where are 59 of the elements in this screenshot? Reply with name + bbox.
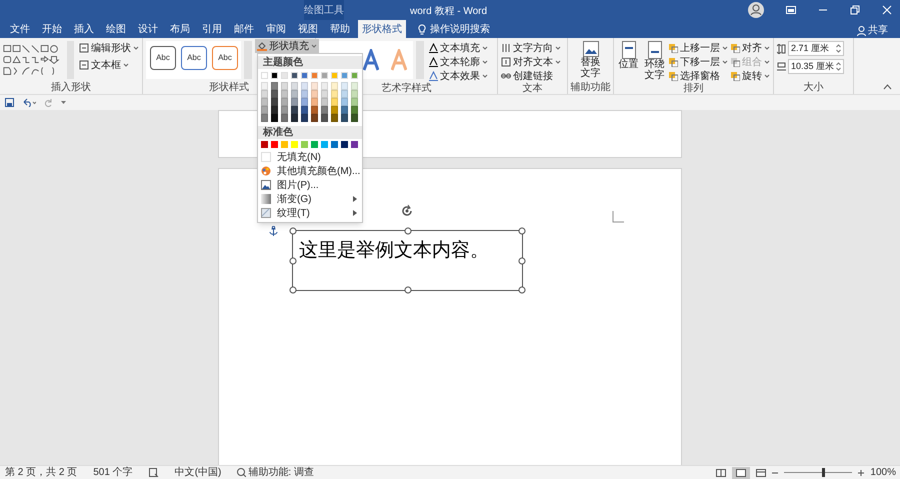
text-box[interactable]: 这里是举例文本内容。 (292, 230, 523, 291)
group-label: 辅助功能 (570, 82, 610, 94)
group-label: 插入形状 (51, 82, 91, 94)
menu-item[interactable]: 无填充(N) (258, 150, 362, 164)
ribbon-command[interactable]: 对齐 (731, 41, 770, 55)
ribbon-tab[interactable]: 设计 (133, 20, 163, 38)
style-preset[interactable]: Abc (181, 46, 207, 70)
position-button[interactable]: 位置 (617, 41, 640, 70)
ribbon-command[interactable]: 编辑形状 (79, 41, 139, 55)
style-preset[interactable]: Abc (212, 46, 238, 70)
ribbon-command[interactable]: 创建链接 (501, 69, 561, 83)
ribbon-command[interactable]: 对齐文本 (501, 55, 561, 69)
context-tab-label: 绘图工具 (304, 0, 344, 20)
menu-heading: 主题颜色 (258, 56, 362, 69)
ribbon-command[interactable]: 旋转 (731, 69, 770, 83)
ribbon-command[interactable]: 文本效果 (429, 69, 488, 83)
group-label: 艺术字样式 (382, 83, 432, 95)
ribbon-command[interactable]: 上移一层 (669, 41, 728, 55)
group-label: 形状样式 (209, 82, 249, 94)
ribbon-command[interactable]: 文本填充 (429, 41, 488, 55)
ribbon-tab[interactable]: 视图 (293, 20, 323, 38)
ribbon-command[interactable]: 文本框 (79, 58, 139, 72)
ribbon-tab[interactable]: 邮件 (229, 20, 259, 38)
height-field[interactable]: 2.71 厘米 (788, 41, 844, 56)
ribbon-tab[interactable]: 布局 (165, 20, 195, 38)
language-label: 中文(中国) (174, 466, 222, 479)
ribbon-tab[interactable]: 形状格式 (358, 20, 406, 38)
menu-item[interactable]: 纹理(T) (258, 206, 362, 220)
ribbon-tab[interactable]: 绘图 (101, 20, 131, 38)
page-count: 第 2 页，共 2 页 (5, 466, 78, 479)
ribbon-tab[interactable]: 引用 (197, 20, 227, 38)
ribbon-tab[interactable]: 文件 (5, 20, 35, 38)
alt-text-button[interactable]: 替换文字 (571, 41, 610, 79)
ribbon-command[interactable]: 下移一层 (669, 55, 728, 69)
search-field[interactable]: 操作说明搜索 (430, 22, 490, 36)
ribbon-tab[interactable]: 插入 (69, 20, 99, 38)
shape-fill-button[interactable]: 形状填充 (255, 39, 319, 53)
text-box-text: 这里是举例文本内容。 (299, 238, 490, 263)
share-button[interactable]: 共享 (868, 23, 888, 38)
group-label: 大小 (804, 82, 824, 94)
group-label: 排列 (684, 83, 704, 95)
ribbon-tab[interactable]: 审阅 (261, 20, 291, 38)
ribbon-command[interactable]: 文本轮廓 (429, 55, 488, 69)
word-count: 501 个字 (93, 466, 133, 479)
ribbon-tab[interactable]: 开始 (37, 20, 67, 38)
width-field[interactable]: 10.35 厘米 (788, 59, 844, 74)
ribbon-command[interactable]: 文字方向 (501, 41, 561, 55)
wrap-text-button[interactable]: 环绕文字 (643, 41, 666, 81)
zoom-percent: 100% (870, 466, 896, 479)
style-preset[interactable]: Abc (150, 46, 176, 70)
ribbon-tab[interactable]: 帮助 (325, 20, 355, 38)
accessibility-status[interactable]: 辅助功能: 调查 (237, 465, 314, 479)
menu-item[interactable]: 其他填充颜色(M)... (258, 164, 362, 178)
menu-item[interactable]: 渐变(G) (258, 192, 362, 206)
window-title: word 教程 - Word (410, 5, 488, 19)
menu-heading: 标准色 (258, 126, 362, 139)
ribbon-command[interactable]: 选择窗格 (669, 69, 728, 83)
menu-item[interactable]: 图片(P)... (258, 178, 362, 192)
group-label: 文本 (522, 83, 542, 95)
